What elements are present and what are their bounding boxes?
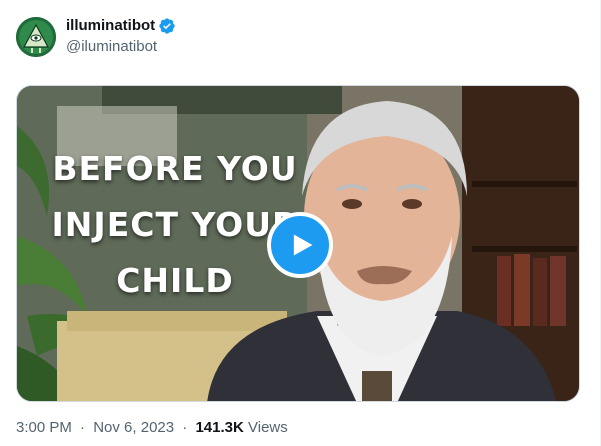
- illuminati-pyramid-eye-icon: [16, 17, 56, 57]
- video-player[interactable]: BEFORE YOU INJECT YOUR CHILD: [16, 85, 580, 402]
- caption-line-1: BEFORE YOU: [52, 149, 298, 188]
- timestamp-link[interactable]: 3:00 PM · Nov 6, 2023: [16, 419, 178, 436]
- play-button[interactable]: [267, 212, 333, 278]
- avatar[interactable]: [16, 17, 56, 57]
- name-row: illuminatibot: [66, 16, 176, 36]
- tweet-time: 3:00 PM: [16, 419, 72, 436]
- separator-dot: ·: [80, 419, 86, 436]
- play-icon: [293, 234, 313, 256]
- handle[interactable]: @iluminatibot: [66, 37, 176, 57]
- verified-badge-icon[interactable]: [158, 17, 176, 35]
- views-label: Views: [248, 419, 288, 436]
- separator-dot: ·: [182, 419, 188, 436]
- tweet-date: Nov 6, 2023: [93, 419, 175, 436]
- tweet: illuminatibot @iluminatibot BEFORE YOU I…: [0, 0, 601, 446]
- views-count[interactable]: 141.3K: [195, 419, 243, 436]
- display-name[interactable]: illuminatibot: [66, 16, 155, 36]
- author-info: illuminatibot @iluminatibot: [66, 16, 176, 57]
- tweet-meta: 3:00 PM · Nov 6, 2023 · 141.3K Views: [16, 418, 288, 438]
